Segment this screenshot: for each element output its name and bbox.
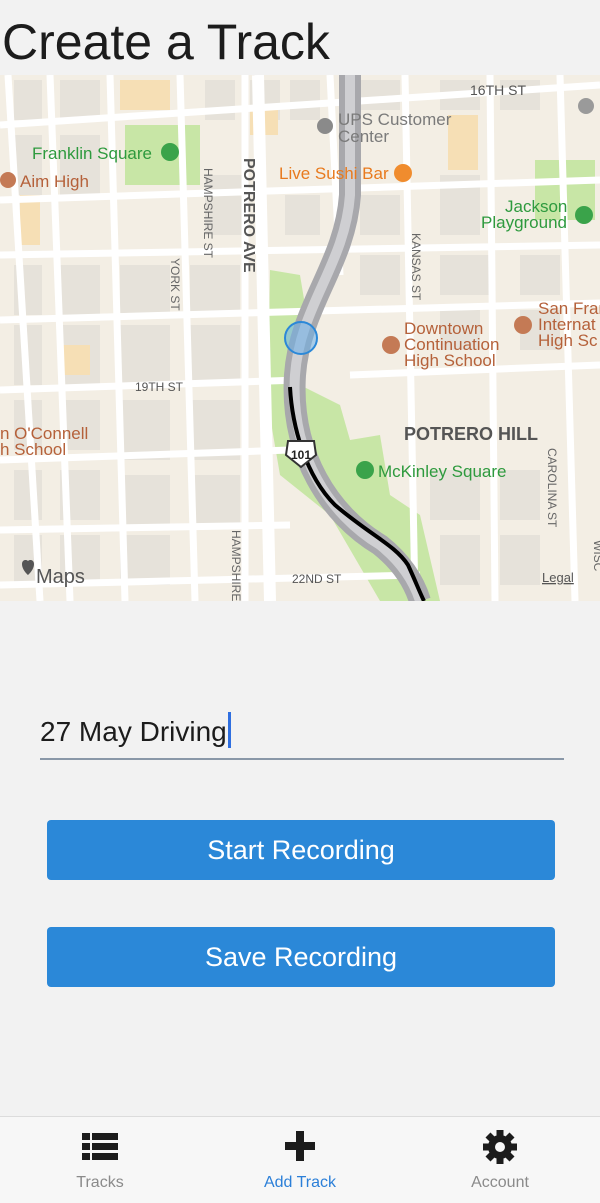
page-title: Create a Track — [2, 14, 330, 70]
label-potrero-ave: POTRERO AVE — [240, 158, 257, 273]
label-ups-2: Center — [338, 127, 389, 146]
label-downtown-3: High School — [404, 351, 496, 370]
text-caret — [227, 712, 231, 748]
track-name-text: 27 May Driving — [40, 712, 231, 748]
label-19th-st: 19TH ST — [135, 380, 184, 394]
label-mckinley: McKinley Square — [378, 462, 507, 481]
label-high-sc: High Sc — [538, 331, 598, 350]
label-live-sushi: Live Sushi Bar — [279, 164, 389, 183]
label-oconnell-2: h School — [0, 440, 66, 459]
label-16th-st: 16TH ST — [470, 82, 526, 98]
label-potrero-hill: POTRERO HILL — [404, 424, 538, 444]
label-aim-high: Aim High — [20, 172, 89, 191]
track-name-value: 27 May Driving — [40, 716, 227, 747]
label-kansas-st: KANSAS ST — [409, 233, 423, 301]
highway-label: 101 — [291, 448, 311, 462]
list-icon — [80, 1127, 120, 1167]
tab-account[interactable]: Account — [400, 1117, 600, 1203]
label-jackson-2: Playground — [481, 213, 567, 232]
label-hampshire-st: HAMPSHIRE ST — [201, 168, 215, 259]
label-franklin-square: Franklin Square — [32, 144, 152, 163]
label-york-st: YORK ST — [168, 258, 182, 311]
label-wisc: WISC — [591, 540, 600, 572]
tab-add-track-label: Add Track — [263, 1174, 337, 1191]
tab-add-track[interactable]: Add Track — [200, 1117, 400, 1203]
tab-bar: Tracks Add Track Account — [0, 1116, 600, 1203]
map-view[interactable]: 101 16TH ST UPS Customer Center Franklin… — [0, 75, 600, 601]
tab-tracks-label: Tracks — [76, 1174, 124, 1191]
label-22nd-st: 22ND ST — [292, 572, 342, 586]
start-recording-button[interactable]: Start Recording — [47, 820, 555, 880]
maps-logo-text: Maps — [36, 566, 85, 588]
tab-account-label: Account — [471, 1174, 529, 1191]
save-recording-button[interactable]: Save Recording — [47, 927, 555, 987]
track-name-field[interactable]: 27 May Driving — [40, 700, 564, 760]
gear-icon — [480, 1127, 520, 1167]
label-carolina-st: CAROLINA ST — [545, 448, 559, 528]
legal-link[interactable]: Legal — [542, 570, 574, 585]
plus-icon — [280, 1127, 320, 1167]
label-hampshire-st-2: HAMPSHIRE — [229, 530, 243, 601]
tab-tracks[interactable]: Tracks — [0, 1117, 200, 1203]
